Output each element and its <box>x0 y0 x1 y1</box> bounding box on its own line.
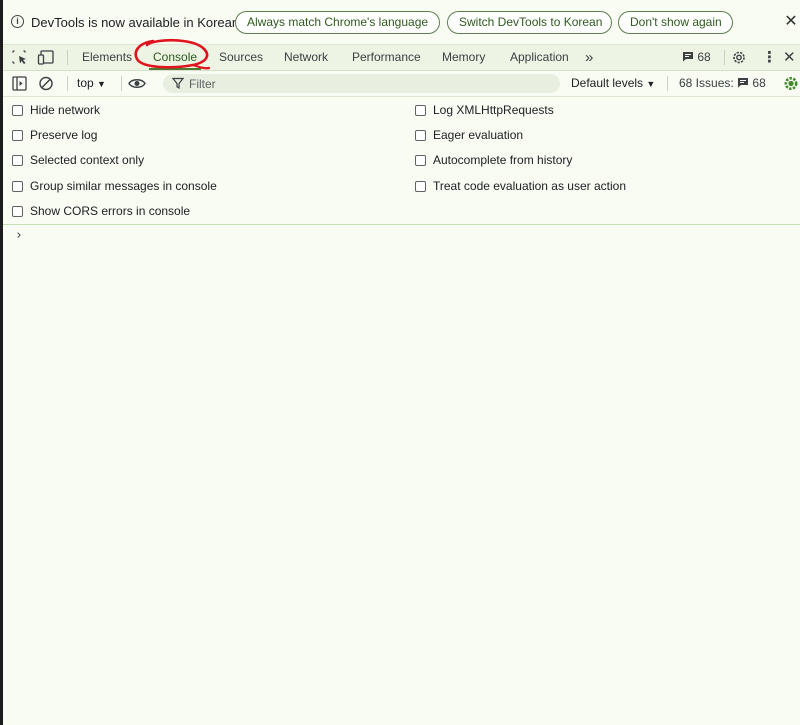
more-options-icon[interactable]: ⋮ <box>762 45 777 70</box>
context-value: top <box>77 76 94 90</box>
tab-memory[interactable]: Memory <box>442 45 485 70</box>
console-toolbar: top ▼ Default levels ▼ 68 Issues: 68 <box>3 71 800 97</box>
close-infobar-icon[interactable]: ✕ <box>781 12 800 32</box>
issues-label: 68 Issues: <box>679 76 734 90</box>
checkbox[interactable] <box>12 154 23 166</box>
console-prompt[interactable]: › <box>15 228 23 243</box>
close-devtools-icon[interactable]: ✕ <box>783 45 796 70</box>
tab-performance[interactable]: Performance <box>352 45 421 70</box>
console-settings-panel: Hide network Preserve log Selected conte… <box>3 97 800 225</box>
tab-network[interactable]: Network <box>284 45 328 70</box>
tab-console[interactable]: Console <box>148 45 202 70</box>
tab-application[interactable]: Application <box>510 45 569 70</box>
log-levels-value: Default levels <box>571 76 644 90</box>
show-cors-option[interactable]: Show CORS errors in console <box>12 203 190 219</box>
option-label: Selected context only <box>30 153 145 167</box>
more-tabs-icon[interactable]: » <box>585 45 593 70</box>
devtools-window: i DevTools is now available in Korean! A… <box>3 0 800 725</box>
option-label: Treat code evaluation as user action <box>433 179 627 193</box>
checkbox[interactable] <box>12 205 23 217</box>
chevron-down-icon: ▼ <box>646 79 656 89</box>
option-label: Autocomplete from history <box>433 153 573 167</box>
message-icon <box>683 52 693 62</box>
dont-show-again-button[interactable]: Don't show again <box>618 11 733 34</box>
switch-korean-button[interactable]: Switch DevTools to Korean <box>447 11 612 34</box>
option-label: Preserve log <box>30 128 98 142</box>
language-infobar: i DevTools is now available in Korean! A… <box>3 0 800 45</box>
option-label: Log XMLHttpRequests <box>433 103 554 117</box>
option-label: Eager evaluation <box>433 128 524 142</box>
preserve-log-option[interactable]: Preserve log <box>12 127 97 143</box>
checkbox[interactable] <box>415 104 426 116</box>
option-label: Hide network <box>30 103 101 117</box>
sidebar-toggle-icon[interactable] <box>11 75 29 92</box>
checkbox[interactable] <box>12 129 23 141</box>
eye-icon[interactable] <box>127 75 147 92</box>
filter-box <box>163 74 560 93</box>
checkbox[interactable] <box>12 180 23 192</box>
checkbox[interactable] <box>415 180 426 192</box>
issues-counter[interactable]: 68 Issues: 68 <box>679 71 766 96</box>
infobar-message: DevTools is now available in Korean! <box>31 15 243 30</box>
checkbox[interactable] <box>415 154 426 166</box>
device-toggle-icon[interactable] <box>37 49 55 66</box>
autocomplete-history-option[interactable]: Autocomplete from history <box>415 152 572 168</box>
clear-console-icon[interactable] <box>37 75 55 92</box>
checkbox[interactable] <box>415 129 426 141</box>
tab-elements[interactable]: Elements <box>82 45 132 70</box>
treat-code-evaluation-option[interactable]: Treat code evaluation as user action <box>415 178 626 194</box>
match-language-button[interactable]: Always match Chrome's language <box>235 11 440 34</box>
selected-context-option[interactable]: Selected context only <box>12 152 144 168</box>
inspect-element-icon[interactable] <box>11 49 29 66</box>
console-output[interactable] <box>3 225 800 725</box>
option-label: Group similar messages in console <box>30 179 217 193</box>
panel-tabbar: Elements Console Sources Network Perform… <box>3 45 800 71</box>
log-levels-dropdown[interactable]: Default levels ▼ <box>571 71 655 96</box>
toolbar-divider <box>667 76 668 91</box>
issues-badge[interactable]: 68 <box>682 45 711 70</box>
log-xhr-option[interactable]: Log XMLHttpRequests <box>415 102 554 118</box>
eager-evaluation-option[interactable]: Eager evaluation <box>415 127 523 143</box>
tab-sources[interactable]: Sources <box>219 45 263 70</box>
message-icon <box>738 78 749 88</box>
option-label: Show CORS errors in console <box>30 204 191 218</box>
group-similar-option[interactable]: Group similar messages in console <box>12 178 217 194</box>
toolbar-divider <box>121 76 122 91</box>
issues-badge-count: 68 <box>697 50 711 64</box>
gear-icon[interactable] <box>730 49 748 66</box>
tabbar-divider <box>67 50 68 65</box>
info-icon: i <box>11 15 24 28</box>
chevron-down-icon: ▼ <box>97 79 106 89</box>
gear-icon[interactable] <box>782 75 800 92</box>
hide-network-option[interactable]: Hide network <box>12 102 100 118</box>
context-selector[interactable]: top ▼ <box>77 71 106 96</box>
toolbar-divider <box>67 76 68 91</box>
filter-icon <box>172 77 184 90</box>
tabbar-divider <box>724 50 725 65</box>
filter-input[interactable] <box>189 74 549 93</box>
issues-count-value: 68 <box>752 76 766 90</box>
checkbox[interactable] <box>12 104 23 116</box>
